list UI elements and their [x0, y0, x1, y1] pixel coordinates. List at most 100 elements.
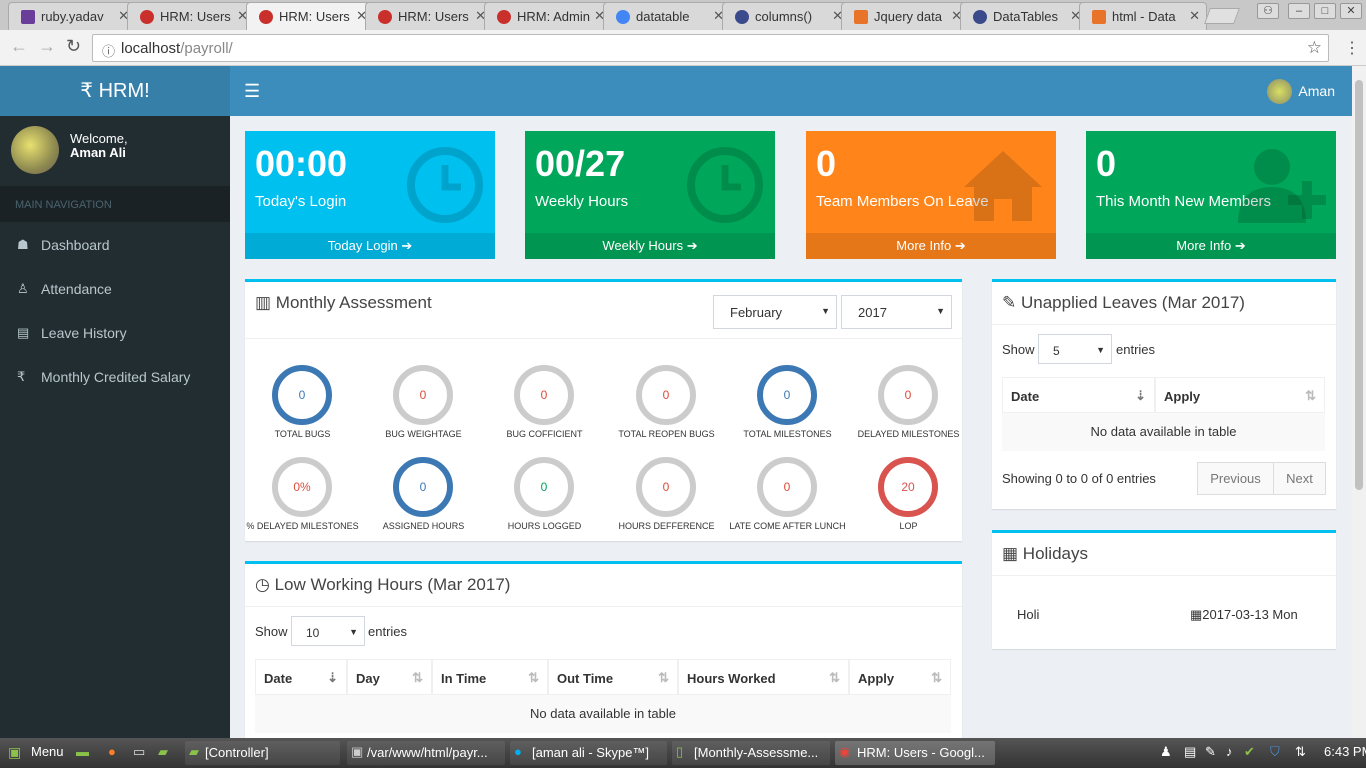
tab-label: DataTables: [993, 9, 1059, 24]
new-tab-button[interactable]: [1204, 8, 1240, 24]
caret-down-icon: ▼: [349, 627, 358, 637]
column-header-apply[interactable]: Apply ⇅: [849, 659, 951, 695]
previous-button[interactable]: Previous: [1197, 462, 1274, 495]
sidebar-item-dashboard[interactable]: ☗ Dashboard: [0, 223, 230, 267]
column-header-in-time[interactable]: In Time ⇅: [432, 659, 548, 695]
shield-icon: [497, 10, 511, 24]
metric-circle: 0: [636, 365, 696, 425]
profile-icon[interactable]: ⚇: [1257, 3, 1279, 19]
taskbar-window[interactable]: ● [aman ali - Skype™]: [510, 741, 667, 765]
entries-select[interactable]: 5 ▼: [1038, 334, 1112, 364]
browser-tab[interactable]: Jquery data ✕: [841, 2, 969, 30]
sidebar-item-attendance[interactable]: ♙ Attendance: [0, 267, 230, 311]
metric-label: TOTAL BUGS: [274, 429, 331, 439]
browser-tab[interactable]: datatable ✕: [603, 2, 731, 30]
metric-label: TOTAL MILESTONES: [743, 429, 832, 439]
metric-circle: 0: [393, 365, 453, 425]
update-check-icon[interactable]: ✔: [1244, 744, 1255, 760]
show-label: Show: [1002, 342, 1035, 357]
security-shield-icon[interactable]: ⛉: [1270, 744, 1280, 760]
hamburger-icon[interactable]: ☰: [244, 81, 260, 102]
column-header-hours-worked[interactable]: Hours Worked ⇅: [678, 659, 849, 695]
column-header-apply[interactable]: Apply ⇅: [1155, 377, 1325, 413]
footer-label: More Info: [1176, 238, 1232, 253]
back-icon[interactable]: ←: [10, 36, 28, 57]
tab-label: HRM: Users: [398, 9, 469, 24]
browser-tab[interactable]: html - Data ✕: [1079, 2, 1207, 30]
stat-footer-link[interactable]: Weekly Hours ➔: [525, 233, 775, 259]
browser-tab[interactable]: HRM: Users ✕: [246, 2, 374, 30]
stat-footer-link[interactable]: More Info ➔: [806, 233, 1056, 259]
browser-tab[interactable]: HRM: Admin ✕: [484, 2, 612, 30]
tab-label: html - Data: [1112, 9, 1176, 24]
metric-circle: 0%: [272, 457, 332, 517]
browser-tab[interactable]: HRM: Users ✕: [365, 2, 493, 30]
window-close-icon[interactable]: ✕: [1340, 3, 1362, 19]
welcome-text: Welcome,: [70, 131, 128, 146]
column-header-date[interactable]: Date ⇣: [255, 659, 347, 695]
app-logo[interactable]: ₹ HRM!: [0, 66, 230, 116]
close-icon[interactable]: ✕: [1185, 8, 1200, 24]
url-host: localhost: [121, 40, 181, 57]
taskbar-window[interactable]: ▣/var/www/html/payr...: [347, 741, 505, 765]
show-desktop-icon[interactable]: ▬: [76, 744, 89, 759]
browser-tab[interactable]: HRM: Users ✕: [127, 2, 255, 30]
forward-icon[interactable]: →: [38, 36, 56, 57]
sidebar-item-leave-history[interactable]: ▤ Leave History: [0, 311, 230, 355]
mint-menu-icon[interactable]: ▣: [8, 744, 21, 761]
arrow-circle-icon: ➔: [401, 238, 413, 253]
tab-label: HRM: Users: [160, 9, 231, 24]
volume-icon[interactable]: ♪: [1226, 744, 1233, 759]
firefox-icon[interactable]: ●: [108, 744, 116, 759]
column-header-date[interactable]: Date ⇣: [1002, 377, 1155, 413]
metric-circle: 0: [878, 365, 938, 425]
user-icon[interactable]: ♟: [1160, 744, 1172, 760]
terminal-icon[interactable]: ▭: [133, 744, 145, 760]
divider: [245, 606, 962, 607]
stat-footer-link[interactable]: More Info ➔: [1086, 233, 1336, 259]
entries-select[interactable]: 10 ▼: [291, 616, 365, 646]
browser-tab[interactable]: columns() ✕: [722, 2, 850, 30]
metric-label: HOURS LOGGED: [507, 521, 582, 531]
stat-label: Weekly Hours: [535, 193, 629, 210]
metric-label: % DELAYED MILESTONES: [246, 521, 359, 531]
scrollbar-thumb[interactable]: [1355, 80, 1363, 490]
mail-icon: [21, 10, 35, 24]
window-label: HRM: Users - Googl...: [857, 745, 985, 760]
clock-icon: [687, 147, 763, 223]
clipboard-icon[interactable]: ▤: [1184, 744, 1196, 760]
stat-footer-link[interactable]: Today Login ➔: [245, 233, 495, 259]
bar-chart-icon: ▥: [255, 293, 272, 312]
stat-box-new-members: 0 This Month New Members More Info ➔: [1086, 131, 1336, 259]
user-menu-name[interactable]: Aman: [1298, 83, 1335, 99]
taskbar-window[interactable]: ▯ [Monthly-Assessme...: [672, 741, 830, 765]
next-button[interactable]: Next: [1273, 462, 1326, 495]
info-icon[interactable]: ⓘ: [102, 41, 115, 60]
menu-dots-icon[interactable]: ⋮: [1344, 38, 1360, 58]
clock-time[interactable]: 6:43 PM: [1324, 744, 1366, 759]
column-header-day[interactable]: Day ⇅: [347, 659, 432, 695]
star-icon[interactable]: ☆: [1307, 38, 1322, 58]
folder-icon: ▰: [189, 744, 199, 759]
avatar[interactable]: [1267, 79, 1292, 104]
divider: [245, 338, 962, 339]
url-input[interactable]: ⓘ localhost/payroll/ ☆: [92, 34, 1329, 62]
shield-icon: [378, 10, 392, 24]
column-label: Hours Worked: [687, 671, 776, 686]
reload-icon[interactable]: ↻: [66, 36, 81, 57]
browser-tab[interactable]: DataTables ✕: [960, 2, 1088, 30]
sidebar-item-label: Attendance: [41, 281, 112, 297]
taskbar-window-active[interactable]: ◉ HRM: Users - Googl...: [835, 741, 995, 765]
minimize-icon[interactable]: –: [1288, 3, 1310, 19]
folder-icon[interactable]: ▰: [158, 744, 168, 760]
taskbar-window[interactable]: ▰ [Controller]: [185, 741, 340, 765]
menu-button[interactable]: Menu: [31, 744, 64, 759]
pen-icon[interactable]: ✎: [1205, 744, 1216, 760]
year-select[interactable]: 2017 ▼: [841, 295, 952, 329]
column-header-out-time[interactable]: Out Time ⇅: [548, 659, 678, 695]
sidebar-item-salary[interactable]: ₹ Monthly Credited Salary: [0, 355, 230, 399]
maximize-icon[interactable]: □: [1314, 3, 1336, 19]
network-icon[interactable]: ⇅: [1295, 744, 1306, 760]
browser-tab[interactable]: ruby.yadav ✕: [8, 2, 136, 30]
month-select[interactable]: February ▼: [713, 295, 837, 329]
